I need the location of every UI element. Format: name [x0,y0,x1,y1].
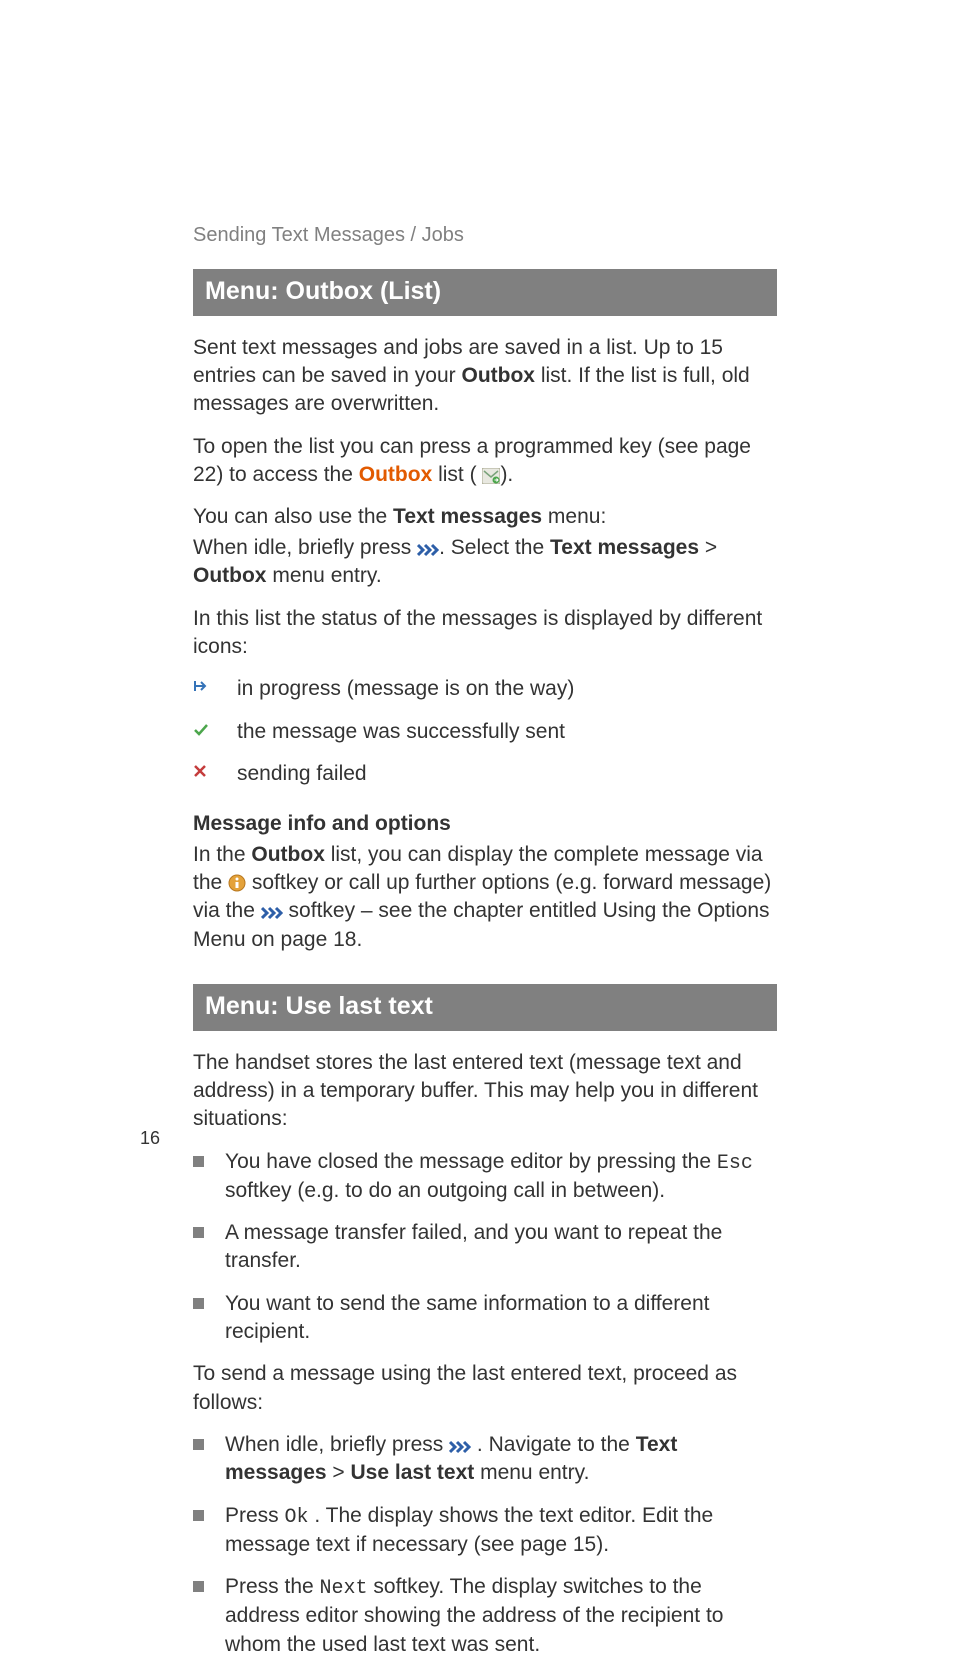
list-item-label: A message transfer failed, and you want … [225,1219,777,1276]
list-item: sending failed [193,760,777,788]
text: menu: [542,505,606,528]
outbox-list-icon [482,468,500,484]
text: . Select the [439,536,550,559]
list-item-label: the message was successfully sent [237,718,777,746]
list-item: A message transfer failed, and you want … [193,1219,777,1276]
text-bold: Outbox [193,564,267,587]
text: . Navigate to the [471,1433,636,1456]
bullet-icon [193,1148,225,1167]
list-item-label: sending failed [237,760,777,788]
bullet-icon [193,1573,225,1592]
bullet-icon [193,1290,225,1309]
list-item-label: You want to send the same information to… [225,1290,777,1347]
paragraph: To send a message using the last entered… [193,1360,777,1417]
subheading: Message info and options [193,810,777,838]
bullet-list: When idle, briefly press . Navigate to t… [193,1431,777,1659]
paragraph: In the Outbox list, you can display the … [193,841,777,954]
list-item-label: in progress (message is on the way) [237,675,777,703]
text: You have closed the message editor by pr… [225,1150,717,1173]
text: When idle, briefly press [193,536,417,559]
section-title-use-last-text: Menu: Use last text [193,984,777,1031]
text: You can also use the [193,505,393,528]
softkey-text: Next [320,1577,368,1600]
in-progress-icon [193,675,237,693]
page-header: Sending Text Messages / Jobs [193,222,777,249]
text: list ( [432,463,482,486]
text: menu entry. [267,564,382,587]
text: Press [225,1504,285,1527]
list-item: You want to send the same information to… [193,1290,777,1347]
paragraph: To open the list you can press a program… [193,433,777,490]
list-item: the message was successfully sent [193,718,777,746]
text: > [699,536,717,559]
fail-icon [193,760,237,778]
success-icon [193,718,237,736]
list-item: in progress (message is on the way) [193,675,777,703]
paragraph: When idle, briefly press . Select the Te… [193,534,777,591]
text-bold: Text messages [550,536,699,559]
text-bold: Text messages [393,505,542,528]
paragraph: You can also use the Text messages menu: [193,503,777,531]
text: When idle, briefly press [225,1433,449,1456]
paragraph: The handset stores the last entered text… [193,1049,777,1134]
text-bold: Outbox [251,843,325,866]
list-item: Press Ok . The display shows the text ed… [193,1502,777,1559]
list-item-label: Press the Next softkey. The display swit… [225,1573,777,1659]
paragraph: Sent text messages and jobs are saved in… [193,334,777,419]
text: ). [500,463,513,486]
status-icon-list: in progress (message is on the way) the … [193,675,777,788]
list-item-label: When idle, briefly press . Navigate to t… [225,1431,777,1488]
page-number: 16 [140,1126,160,1150]
paragraph: In this list the status of the messages … [193,605,777,662]
list-item: You have closed the message editor by pr… [193,1148,777,1205]
list-item: When idle, briefly press . Navigate to t… [193,1431,777,1488]
chevrons-icon [261,906,283,920]
section-title-outbox: Menu: Outbox (List) [193,269,777,316]
text: menu entry. [474,1461,589,1484]
bullet-icon [193,1431,225,1450]
chevrons-icon [449,1440,471,1454]
softkey-text: Ok [285,1506,309,1529]
bullet-list: You have closed the message editor by pr… [193,1148,777,1347]
text-bold: Outbox [462,364,536,387]
text: Press the [225,1575,320,1598]
bullet-icon [193,1502,225,1521]
list-item-label: Press Ok . The display shows the text ed… [225,1502,777,1559]
softkey-text: Esc [717,1152,753,1175]
text: In the [193,843,251,866]
bullet-icon [193,1219,225,1238]
chevrons-icon [417,543,439,557]
list-item: Press the Next softkey. The display swit… [193,1573,777,1659]
text: softkey (e.g. to do an outgoing call in … [225,1179,665,1202]
text: > [327,1461,351,1484]
text-orange: Outbox [359,463,433,486]
text-bold: Use last text [351,1461,475,1484]
list-item-label: You have closed the message editor by pr… [225,1148,777,1205]
info-icon [228,874,246,892]
